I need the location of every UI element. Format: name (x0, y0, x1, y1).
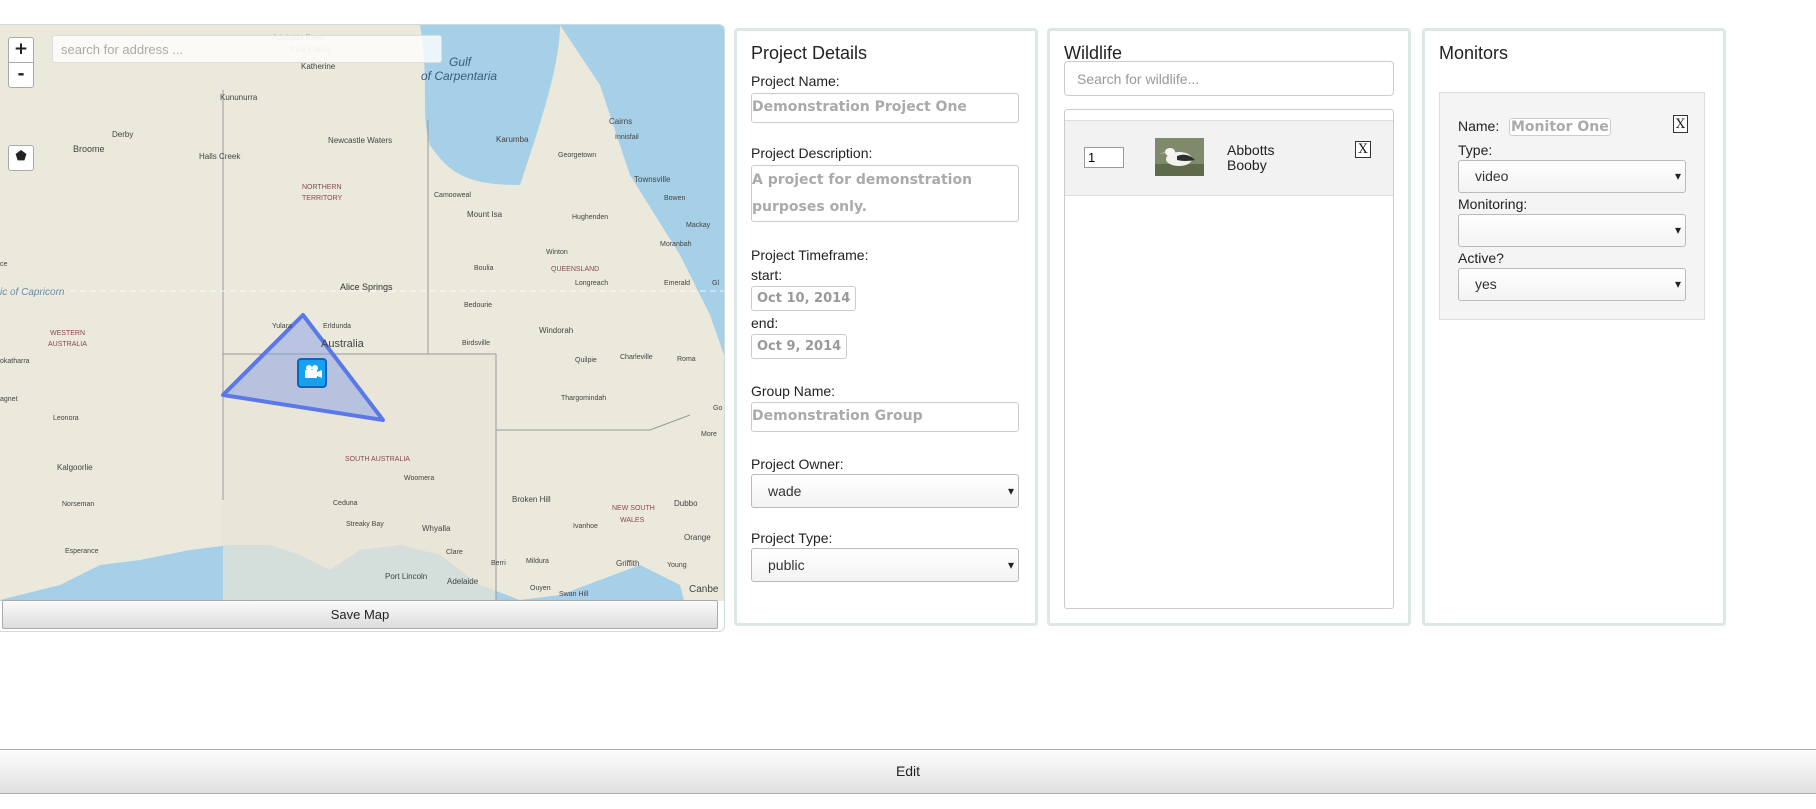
wildlife-name: Abbotts Booby (1227, 142, 1275, 173)
chevron-down-icon: ▾ (1674, 277, 1681, 291)
project-description-value: A project for demonstration purposes onl… (751, 165, 1019, 222)
project-name-value: Demonstration Project One (751, 93, 1019, 123)
monitor-card: Name: Monitor One X Type: video ▾ Monito… (1439, 92, 1705, 320)
end-date-value: Oct 9, 2014 (751, 334, 848, 359)
wildlife-search-input[interactable] (1064, 61, 1394, 96)
group-name-value: Demonstration Group (751, 402, 1019, 432)
monitor-name-label: Name: (1458, 118, 1500, 134)
start-label: start: (751, 267, 783, 283)
active-value: yes (1475, 276, 1497, 292)
active-select[interactable]: yes ▾ (1458, 268, 1686, 301)
chevron-down-icon: ▾ (1674, 169, 1681, 183)
wildlife-list: Abbotts Booby X (1064, 109, 1394, 609)
chevron-down-icon: ▾ (1674, 223, 1681, 237)
project-details-heading: Project Details (751, 43, 868, 63)
remove-monitor-button[interactable]: X (1673, 115, 1688, 133)
project-owner-label: Project Owner: (751, 456, 844, 472)
monitors-panel: Monitors Name: Monitor One X Type: video… (1422, 28, 1726, 626)
project-owner-select[interactable]: wade ▾ (751, 474, 1019, 508)
project-description-label: Project Description: (751, 145, 873, 161)
remove-wildlife-button[interactable]: X (1355, 141, 1371, 158)
active-label: Active? (1458, 250, 1504, 266)
chevron-down-icon: ▾ (1007, 558, 1014, 572)
monitor-type-label: Type: (1458, 142, 1493, 158)
project-timeframe-label: Project Timeframe: (751, 247, 869, 263)
monitor-name-value: Monitor One (1509, 118, 1611, 136)
map-canvas[interactable] (0, 25, 724, 601)
draw-polygon-icon[interactable]: ⬟ (8, 145, 34, 171)
group-name-label: Group Name: (751, 383, 836, 399)
list-item: Abbotts Booby X (1065, 120, 1393, 196)
zoom-out-button[interactable]: - (8, 62, 34, 88)
edit-button[interactable]: Edit (0, 749, 1816, 794)
monitor-type-value: video (1475, 168, 1509, 184)
project-type-value: public (768, 557, 805, 573)
monitor-type-select[interactable]: video ▾ (1458, 160, 1686, 193)
video-monitor-marker-icon[interactable] (297, 358, 327, 388)
project-type-select[interactable]: public ▾ (751, 548, 1019, 582)
wildlife-quantity-input[interactable] (1084, 147, 1124, 168)
start-date-value: Oct 10, 2014 (751, 286, 857, 311)
wildlife-photo (1155, 138, 1204, 176)
end-label: end: (751, 315, 779, 331)
save-map-button[interactable]: Save Map (2, 600, 718, 629)
monitoring-label: Monitoring: (1458, 196, 1528, 212)
monitoring-select[interactable]: ▾ (1458, 214, 1686, 247)
chevron-down-icon: ▾ (1007, 484, 1014, 498)
zoom-in-button[interactable]: + (8, 37, 34, 63)
project-owner-value: wade (768, 483, 802, 499)
wildlife-panel: Wildlife Abbotts Booby X (1047, 28, 1411, 626)
project-details-panel: Project Details Project Name: Demonstrat… (734, 28, 1038, 626)
project-name-label: Project Name: (751, 73, 840, 89)
map-address-search-input[interactable] (52, 35, 442, 63)
map-panel: Gulf of Carpentaria Adelaide River Pine … (0, 24, 725, 632)
project-type-label: Project Type: (751, 530, 833, 546)
monitors-heading: Monitors (1439, 43, 1509, 63)
